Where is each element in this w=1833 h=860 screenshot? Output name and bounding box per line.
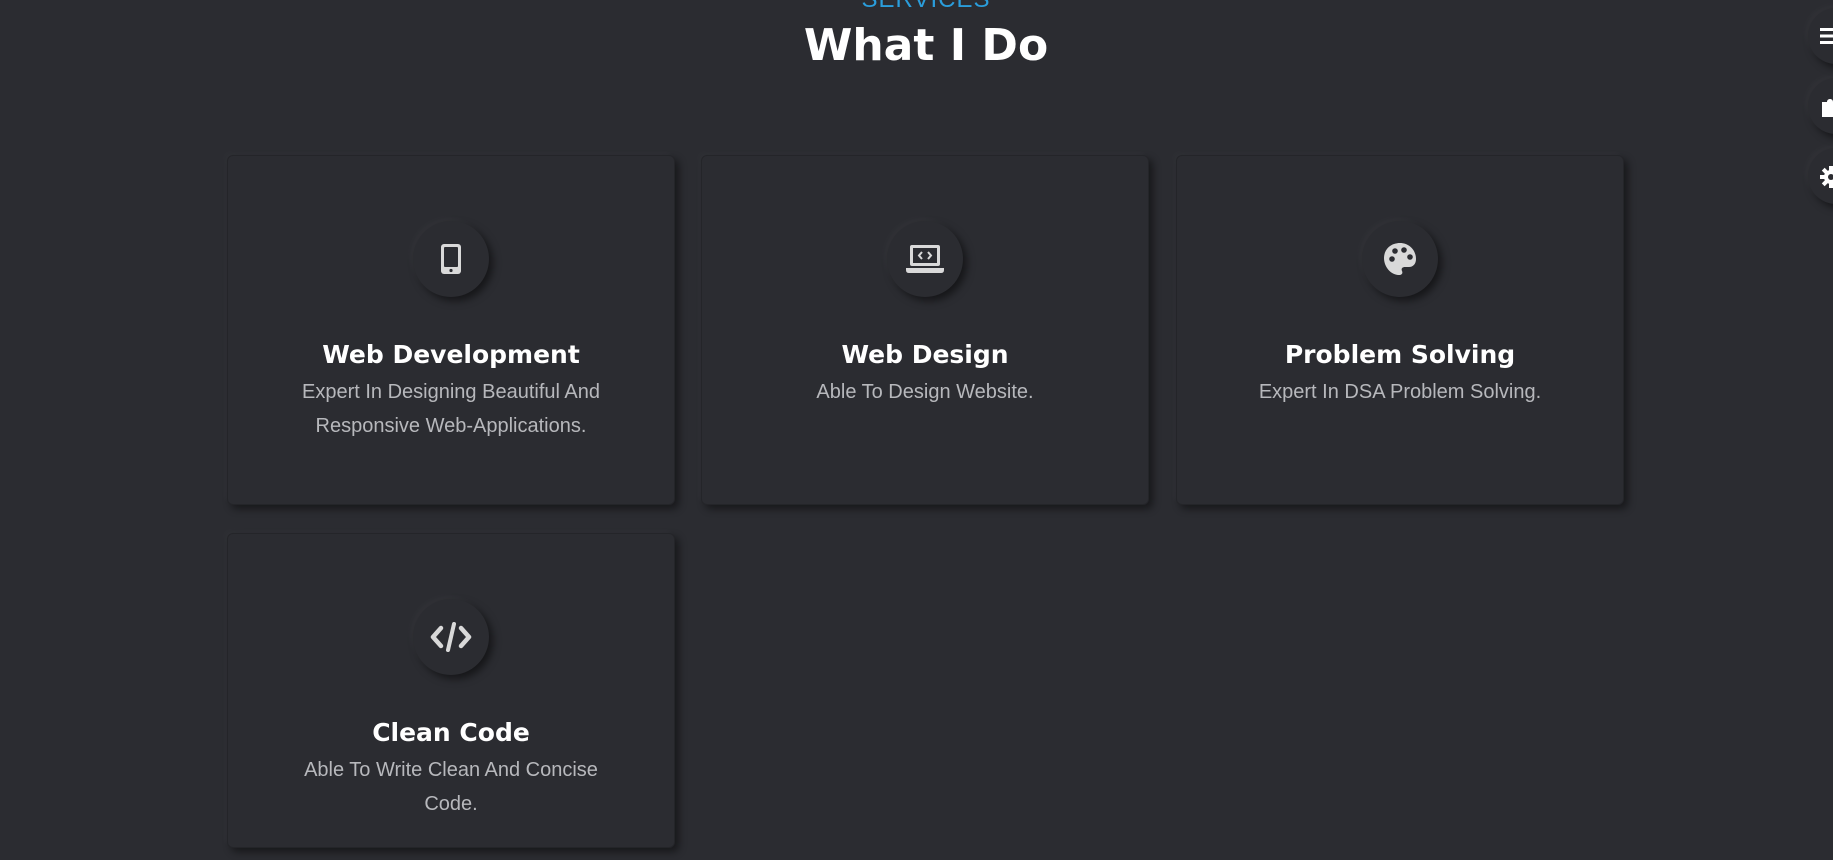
card-title: Problem Solving (1284, 340, 1516, 369)
card-description: Able To Design Website. (816, 381, 1034, 403)
mobile-phone-icon (441, 244, 461, 274)
puzzle-icon (1822, 99, 1833, 117)
service-card-web-development: Web Development Expert In Designing Beau… (227, 155, 675, 505)
section-title: What I Do (803, 20, 1049, 71)
gear-icon (1820, 166, 1833, 188)
icon-badge (887, 221, 963, 297)
service-card-problem-solving: Problem Solving Expert In DSA Problem So… (1176, 155, 1624, 505)
service-card-web-design: Web Design Able To Design Website. (701, 155, 1149, 505)
service-card-clean-code: Clean Code Able To Write Clean And Conci… (227, 533, 675, 848)
settings-button[interactable] (1808, 148, 1833, 204)
card-description: Expert In Designing Beautiful And Respon… (302, 381, 600, 437)
card-description: Able To Write Clean And Concise Code. (304, 759, 598, 815)
laptop-code-icon (906, 245, 944, 273)
icon-badge (413, 221, 489, 297)
card-title: Web Development (322, 340, 580, 369)
services-section: SERVICES What I Do Web Development Exper… (0, 0, 1833, 860)
code-icon (430, 622, 472, 652)
card-title: Clean Code (372, 718, 530, 747)
card-description: Expert In DSA Problem Solving. (1258, 381, 1542, 403)
puzzle-button[interactable] (1808, 78, 1833, 134)
card-title: Web Design (841, 340, 1009, 369)
icon-badge (1362, 221, 1438, 297)
menu-icon (1820, 28, 1833, 44)
icon-badge (413, 599, 489, 675)
palette-icon (1384, 243, 1416, 275)
section-eyebrow: SERVICES (0, 0, 1833, 14)
